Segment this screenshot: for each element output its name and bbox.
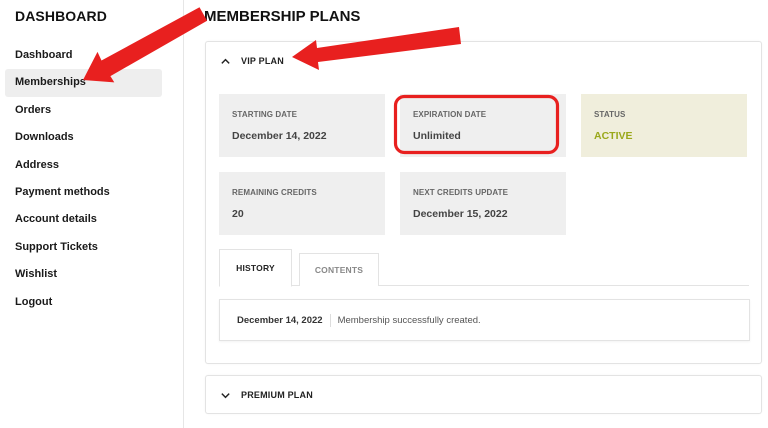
vip-plan-title: VIP PLAN — [241, 56, 284, 66]
remaining-credits-value: 20 — [232, 208, 244, 220]
remaining-credits-card: REMAINING CREDITS 20 — [219, 172, 385, 235]
sidebar-item-support-tickets[interactable]: Support Tickets — [5, 234, 162, 261]
history-date: December 14, 2022 — [237, 314, 323, 326]
sidebar-item-payment-methods[interactable]: Payment methods — [5, 179, 162, 206]
next-credits-update-label: NEXT CREDITS UPDATE — [413, 188, 509, 197]
starting-date-label: STARTING DATE — [232, 110, 297, 119]
plan-tabs: HISTORY CONTENTS — [219, 249, 749, 287]
starting-date-value: December 14, 2022 — [232, 130, 327, 142]
expiration-date-card: EXPIRATION DATE Unlimited — [400, 94, 566, 157]
sidebar-title: DASHBOARD — [15, 8, 107, 24]
tab-history[interactable]: HISTORY — [219, 249, 292, 287]
next-credits-update-value: December 15, 2022 — [413, 208, 508, 220]
history-divider — [329, 313, 331, 327]
premium-plan-title: PREMIUM PLAN — [241, 390, 313, 400]
premium-plan-panel: PREMIUM PLAN — [205, 375, 762, 414]
status-label: STATUS — [594, 110, 626, 119]
chevron-up-icon — [221, 58, 230, 64]
sidebar-item-memberships[interactable]: Memberships — [5, 69, 162, 97]
sidebar-item-account-details[interactable]: Account details — [5, 206, 162, 233]
sidebar-item-logout[interactable]: Logout — [5, 289, 162, 316]
sidebar: DASHBOARD Dashboard Memberships Orders D… — [0, 0, 184, 428]
sidebar-nav: Dashboard Memberships Orders Downloads A… — [5, 42, 162, 316]
starting-date-card: STARTING DATE December 14, 2022 — [219, 94, 385, 157]
vip-plan-toggle[interactable]: VIP PLAN — [220, 42, 284, 80]
vip-plan-panel: VIP PLAN STARTING DATE December 14, 2022… — [205, 41, 762, 364]
remaining-credits-label: REMAINING CREDITS — [232, 188, 317, 197]
sidebar-item-dashboard[interactable]: Dashboard — [5, 42, 162, 69]
next-credits-update-card: NEXT CREDITS UPDATE December 15, 2022 — [400, 172, 566, 235]
history-entry: December 14, 2022 Membership successfull… — [219, 299, 750, 341]
premium-plan-toggle[interactable]: PREMIUM PLAN — [220, 376, 313, 414]
status-value: ACTIVE — [594, 130, 633, 142]
expiration-date-value: Unlimited — [413, 130, 461, 142]
sidebar-item-downloads[interactable]: Downloads — [5, 124, 162, 151]
sidebar-item-address[interactable]: Address — [5, 152, 162, 179]
page-title: MEMBERSHIP PLANS — [204, 8, 361, 25]
history-message: Membership successfully created. — [337, 314, 481, 326]
expiration-date-label: EXPIRATION DATE — [413, 110, 487, 119]
sidebar-item-wishlist[interactable]: Wishlist — [5, 261, 162, 288]
tab-contents[interactable]: CONTENTS — [299, 253, 379, 286]
sidebar-item-orders[interactable]: Orders — [5, 97, 162, 124]
chevron-down-icon — [221, 392, 230, 398]
status-card: STATUS ACTIVE — [581, 94, 747, 157]
